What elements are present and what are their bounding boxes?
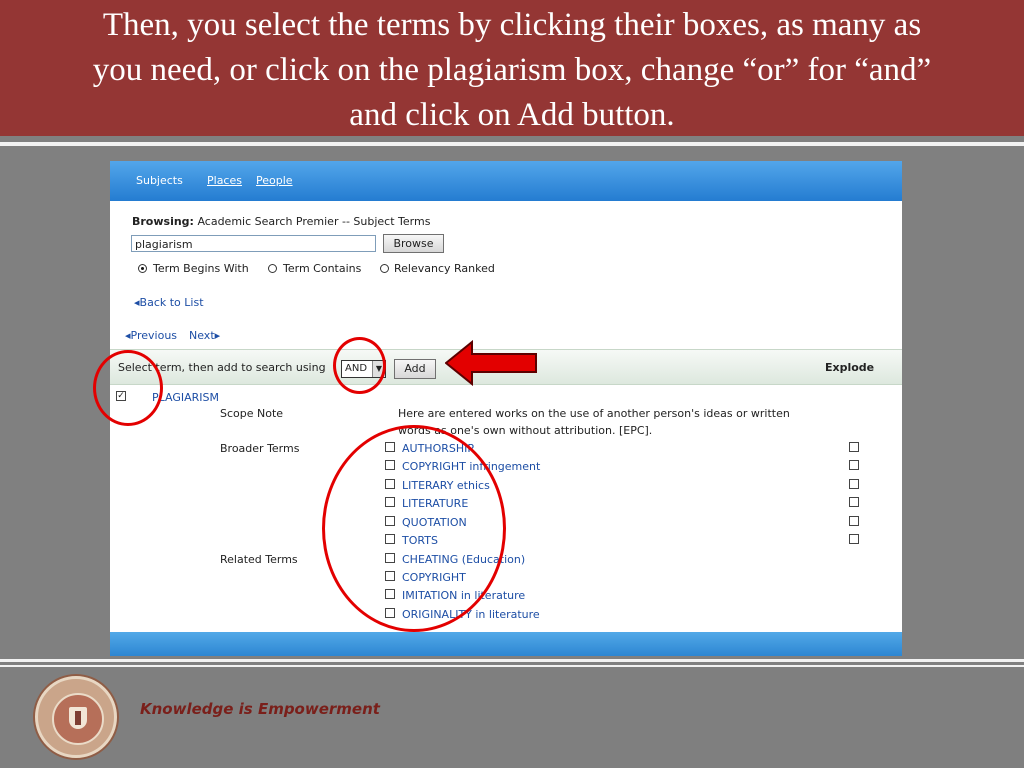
term-begins-with-radio[interactable] <box>138 264 147 273</box>
footer-area <box>0 670 1024 768</box>
checkbox-highlight-circle <box>93 350 163 426</box>
slide-title-line-2: you need, or click on the plagiarism box… <box>92 52 932 88</box>
footer-rule-top <box>0 659 1024 662</box>
copyright-infringement-explode-checkbox[interactable] <box>849 460 859 470</box>
top-navigation-bar: Subjects Places People <box>110 161 902 201</box>
red-arrow-icon <box>445 340 537 386</box>
slide-header: Then, you select the terms by clicking t… <box>0 0 1024 136</box>
literary-ethics-explode-checkbox[interactable] <box>849 479 859 489</box>
literature-explode-checkbox[interactable] <box>849 497 859 507</box>
places-link[interactable]: Places <box>207 174 242 187</box>
terms-highlight-circle <box>322 425 506 632</box>
browsing-label: Browsing: <box>132 215 194 228</box>
term-contains-radio[interactable] <box>268 264 277 273</box>
quotation-explode-checkbox[interactable] <box>849 516 859 526</box>
authorship-explode-checkbox[interactable] <box>849 442 859 452</box>
browse-button[interactable]: Browse <box>383 234 444 253</box>
back-to-list-link[interactable]: ◂Back to List <box>134 296 204 309</box>
related-terms-label: Related Terms <box>220 553 298 566</box>
explode-header: Explode <box>825 361 875 374</box>
people-link[interactable]: People <box>256 174 293 187</box>
footer-rule-bottom <box>0 665 1024 667</box>
add-button[interactable]: Add <box>394 359 436 379</box>
previous-link[interactable]: ◂Previous <box>125 329 177 342</box>
term-contains-label: Term Contains <box>283 262 362 275</box>
bottom-bar <box>110 632 902 656</box>
browsing-value: Academic Search Premier -- Subject Terms <box>197 215 431 228</box>
next-caret-icon: ▸ <box>214 329 221 342</box>
torts-explode-checkbox[interactable] <box>849 534 859 544</box>
browsing-context: Browsing: Academic Search Premier -- Sub… <box>132 215 430 228</box>
database-browser-screenshot: Subjects Places People Browsing: Academi… <box>110 161 902 656</box>
university-seal-icon <box>35 676 117 758</box>
scope-note-line-1: Here are entered works on the use of ano… <box>398 407 790 420</box>
search-input[interactable]: plagiarism <box>131 235 376 252</box>
scope-note-label: Scope Note <box>220 407 284 420</box>
relevancy-ranked-label: Relevancy Ranked <box>394 262 495 275</box>
slide-title-line-1: Then, you select the terms by clicking t… <box>102 7 922 43</box>
header-rule <box>0 142 1024 146</box>
broader-terms-label: Broader Terms <box>220 442 300 455</box>
slide-title-line-3: and click on Add button. <box>349 97 675 133</box>
term-begins-with-label: Term Begins With <box>153 262 249 275</box>
footer-tagline: Knowledge is Empowerment <box>140 700 380 718</box>
subjects-tab[interactable]: Subjects <box>136 174 183 187</box>
next-link[interactable]: Next▸ <box>189 329 220 342</box>
operator-highlight-circle <box>333 337 386 394</box>
relevancy-ranked-radio[interactable] <box>380 264 389 273</box>
